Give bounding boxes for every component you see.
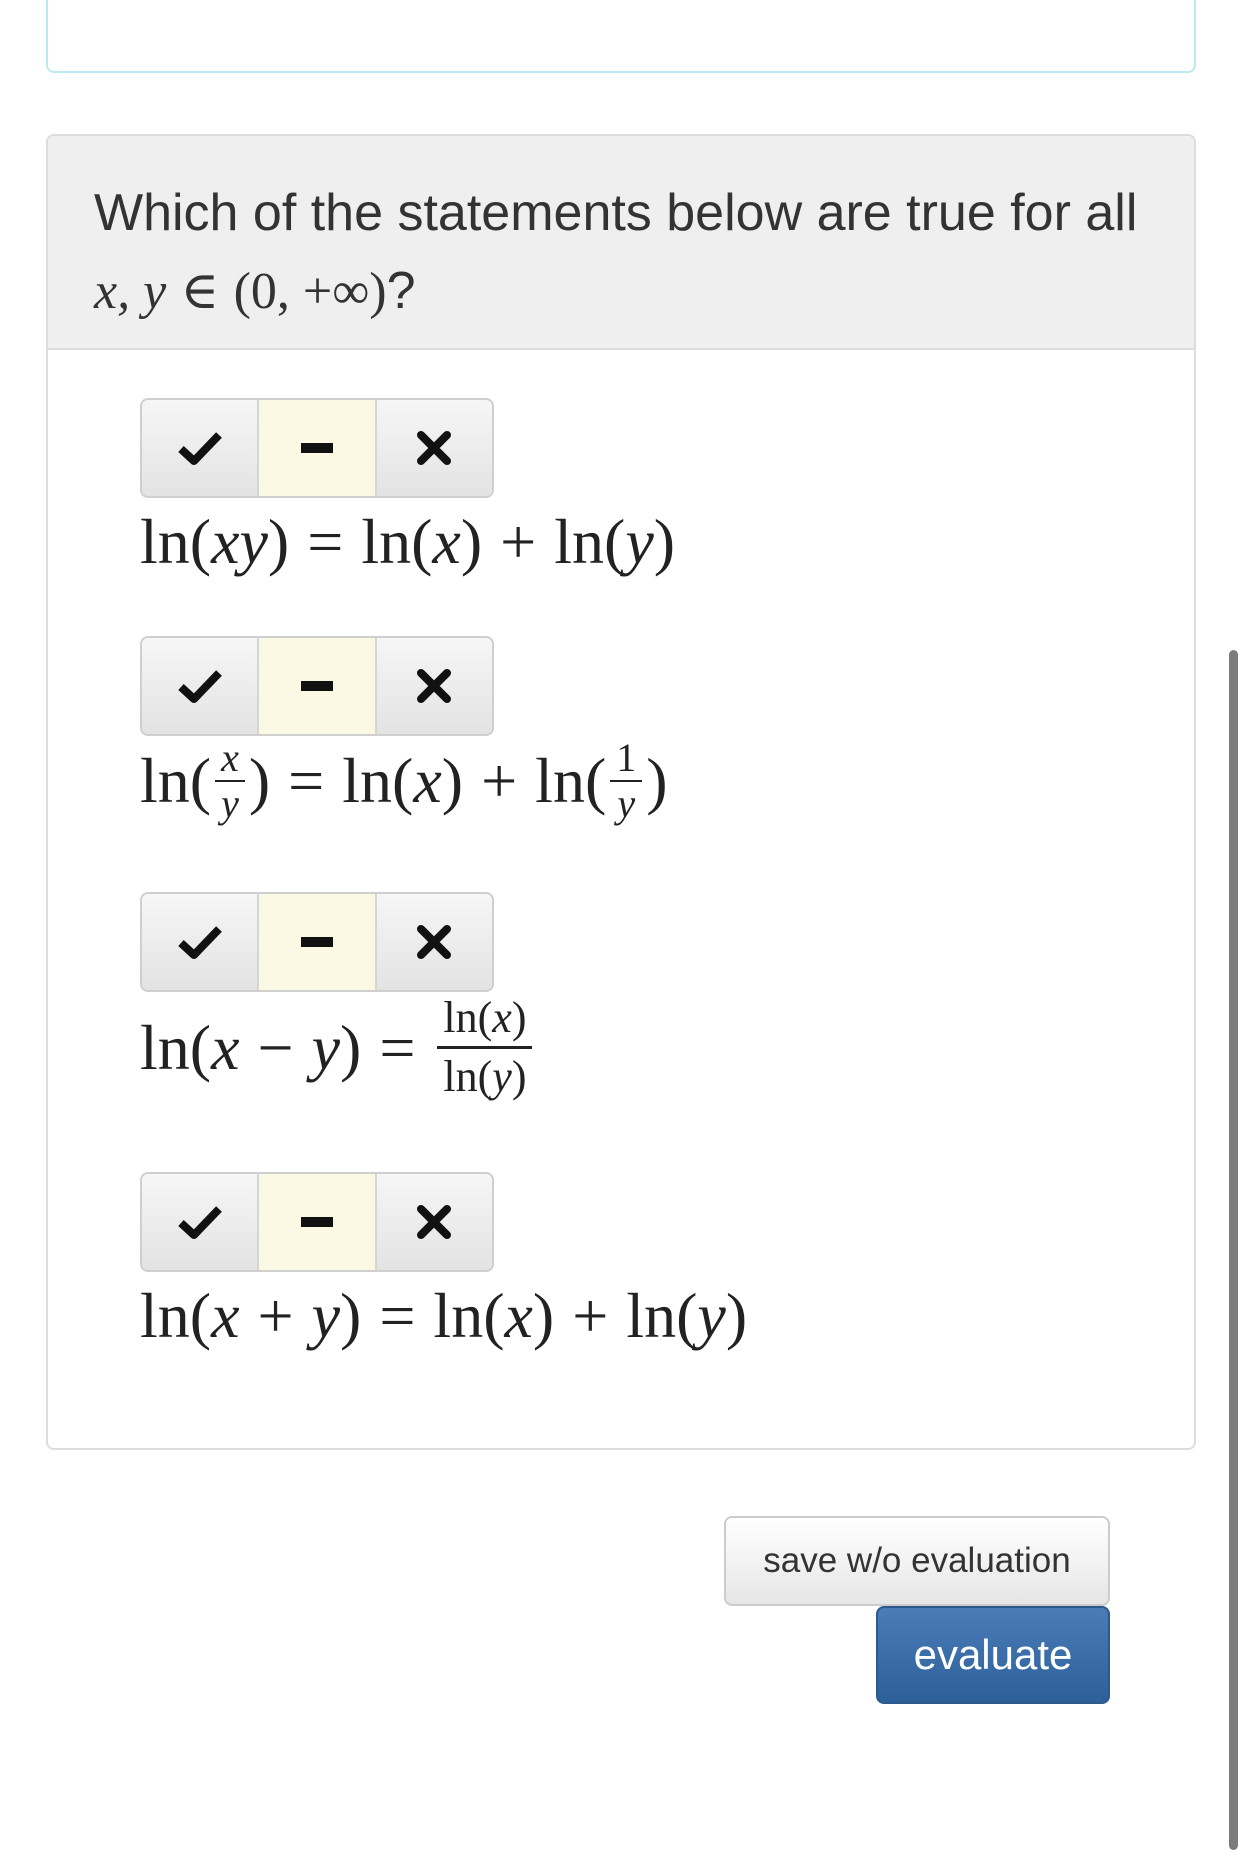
false-option-1[interactable]: [376, 400, 492, 496]
minus-icon: [300, 937, 333, 947]
check-icon: [177, 432, 222, 465]
true-option-1[interactable]: [142, 400, 260, 496]
statement-formula-2: ln( xy ) = ln(x) + ln( 1y ): [140, 735, 668, 826]
statement-4: ln(x + y) = ln(x) + ln(y): [140, 1172, 747, 1358]
false-option-3[interactable]: [376, 894, 492, 990]
true-option-3[interactable]: [142, 894, 260, 990]
cross-icon: [417, 431, 452, 465]
question-panel: Which of the statements below are true f…: [46, 134, 1196, 1450]
question-text: Which of the statements below are true f…: [94, 184, 1138, 242]
neutral-option-3[interactable]: [259, 894, 377, 990]
answer-toggle-3: [140, 892, 494, 992]
answer-toggle-2: [140, 636, 494, 736]
false-option-4[interactable]: [376, 1174, 492, 1270]
answer-toggle-4: [140, 1172, 494, 1272]
fraction-one-over-y: 1y: [610, 738, 643, 824]
save-without-evaluation-button[interactable]: save w/o evaluation: [724, 1516, 1110, 1606]
statement-formula-3: ln(x − y) = ln(x) ln(y): [140, 996, 536, 1099]
statement-2: ln( xy ) = ln(x) + ln( 1y ): [140, 636, 668, 824]
statement-1: ln(xy) = ln(x) + ln(y): [140, 398, 675, 584]
minus-icon: [300, 681, 333, 691]
question-interval: (0, +∞): [233, 263, 387, 320]
cross-icon: [417, 925, 452, 959]
cross-icon: [417, 1205, 452, 1239]
fraction-x-over-y: xy: [215, 738, 245, 824]
fraction-lnx-over-lny: ln(x) ln(y): [437, 996, 533, 1099]
answer-toggle-1: [140, 398, 494, 498]
check-icon: [177, 1206, 222, 1239]
scrollbar-thumb[interactable]: [1229, 650, 1238, 1850]
minus-icon: [300, 1217, 333, 1227]
evaluate-button[interactable]: evaluate: [876, 1606, 1110, 1704]
check-icon: [177, 670, 222, 703]
neutral-option-2[interactable]: [259, 638, 377, 734]
statement-formula-4: ln(x + y) = ln(x) + ln(y): [140, 1280, 748, 1351]
check-icon: [177, 926, 222, 959]
minus-icon: [300, 443, 333, 453]
previous-panel: [46, 0, 1196, 73]
true-option-2[interactable]: [142, 638, 260, 734]
neutral-option-1[interactable]: [259, 400, 377, 496]
false-option-2[interactable]: [376, 638, 492, 734]
cross-icon: [417, 669, 452, 703]
question-vars: x, y: [94, 263, 167, 320]
statement-3: ln(x − y) = ln(x) ln(y): [140, 892, 536, 1099]
question-in-symbol: ∈: [180, 263, 220, 320]
neutral-option-4[interactable]: [259, 1174, 377, 1270]
question-heading: Which of the statements below are true f…: [48, 136, 1194, 350]
statement-formula-1: ln(xy) = ln(x) + ln(y): [140, 506, 676, 577]
true-option-4[interactable]: [142, 1174, 260, 1270]
question-mark: ?: [386, 262, 416, 320]
